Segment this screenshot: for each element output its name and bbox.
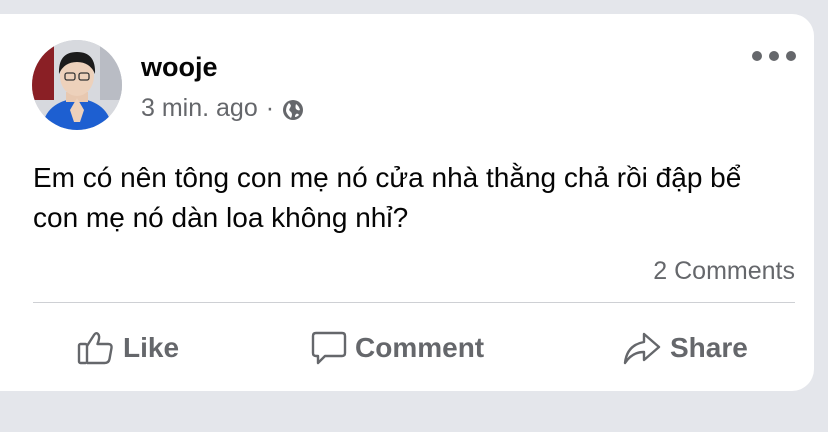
- avatar[interactable]: [32, 40, 122, 130]
- comment-label: Comment: [355, 332, 485, 363]
- post-card: wooje 3 min. ago · Em có nên tông con mẹ…: [0, 14, 814, 391]
- author-name[interactable]: wooje: [141, 50, 218, 84]
- globe-icon[interactable]: [282, 97, 304, 120]
- post-meta: 3 min. ago ·: [141, 92, 304, 124]
- like-label: Like: [123, 332, 180, 363]
- like-button[interactable]: Like: [77, 328, 179, 368]
- divider: [33, 302, 795, 303]
- more-dot: [752, 51, 762, 61]
- more-options-icon[interactable]: [752, 44, 796, 68]
- comment-bubble-icon: [311, 331, 347, 365]
- thumbs-up-icon: [77, 332, 113, 365]
- more-dot: [769, 51, 779, 61]
- share-label: Share: [670, 332, 748, 363]
- comment-button[interactable]: Comment: [311, 328, 484, 368]
- post-timestamp[interactable]: 3 min. ago: [141, 92, 258, 124]
- meta-separator: ·: [265, 94, 275, 122]
- post-text: Em có nên tông con mẹ nó cửa nhà thằng c…: [33, 162, 742, 233]
- share-button[interactable]: Share: [622, 328, 748, 368]
- more-dot: [786, 51, 796, 61]
- share-arrow-icon: [623, 332, 661, 365]
- comments-count[interactable]: 2 Comments: [653, 255, 795, 287]
- avatar-image: [32, 40, 122, 130]
